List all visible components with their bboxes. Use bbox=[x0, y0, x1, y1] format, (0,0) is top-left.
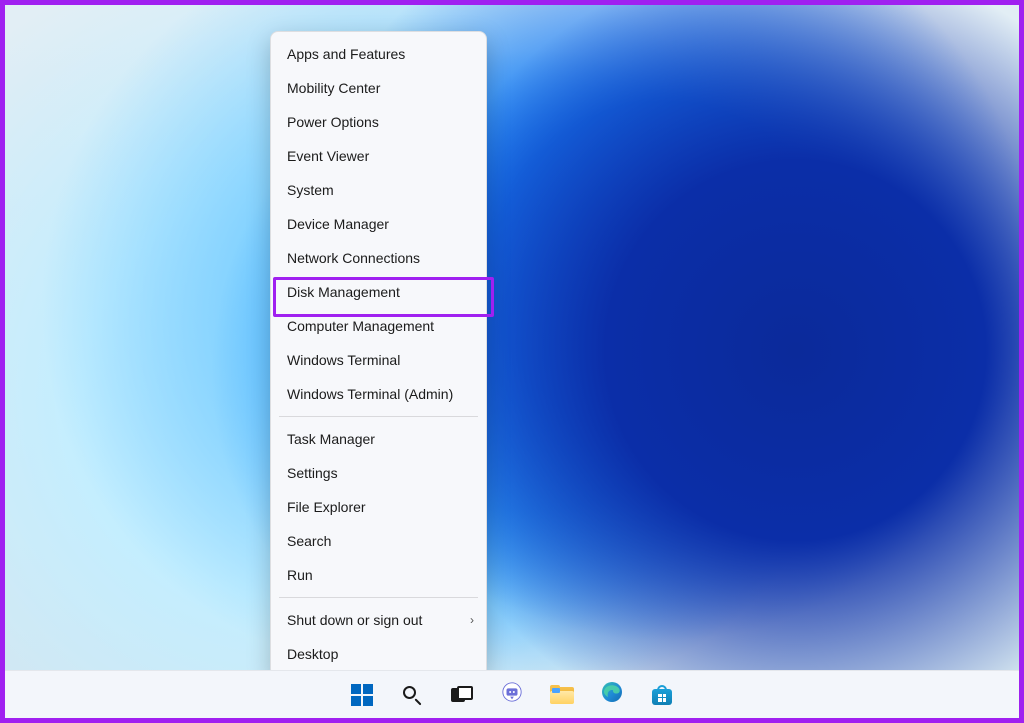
winx-item-label: Apps and Features bbox=[287, 46, 405, 62]
search-icon bbox=[402, 685, 422, 705]
task-view-icon bbox=[451, 686, 473, 704]
winx-item-network-connections[interactable]: Network Connections bbox=[271, 241, 486, 275]
winx-item-label: Settings bbox=[287, 465, 338, 481]
winx-item-windows-terminal-admin[interactable]: Windows Terminal (Admin) bbox=[271, 377, 486, 411]
winx-item-computer-management[interactable]: Computer Management bbox=[271, 309, 486, 343]
winx-item-search[interactable]: Search bbox=[271, 524, 486, 558]
chat-icon bbox=[501, 681, 523, 708]
chevron-right-icon: › bbox=[470, 611, 474, 629]
winx-item-apps-and-features[interactable]: Apps and Features bbox=[271, 37, 486, 71]
winx-item-label: Disk Management bbox=[287, 284, 400, 300]
winx-item-task-manager[interactable]: Task Manager bbox=[271, 422, 486, 456]
winx-item-label: Shut down or sign out bbox=[287, 612, 422, 628]
winx-item-power-options[interactable]: Power Options bbox=[271, 105, 486, 139]
winx-item-run[interactable]: Run bbox=[271, 558, 486, 592]
winx-item-shut-down-or-sign-out[interactable]: Shut down or sign out › bbox=[271, 603, 486, 637]
winx-item-event-viewer[interactable]: Event Viewer bbox=[271, 139, 486, 173]
windows-logo-icon bbox=[351, 684, 373, 706]
winx-item-label: Windows Terminal bbox=[287, 352, 400, 368]
winx-item-label: Search bbox=[287, 533, 331, 549]
winx-item-device-manager[interactable]: Device Manager bbox=[271, 207, 486, 241]
microsoft-store-button[interactable] bbox=[646, 679, 678, 711]
winx-item-label: Power Options bbox=[287, 114, 379, 130]
edge-button[interactable] bbox=[596, 679, 628, 711]
winx-item-settings[interactable]: Settings bbox=[271, 456, 486, 490]
winx-item-label: Windows Terminal (Admin) bbox=[287, 386, 453, 402]
winx-context-menu: Apps and Features Mobility Center Power Op… bbox=[270, 31, 487, 677]
winx-item-label: System bbox=[287, 182, 334, 198]
desktop-wallpaper bbox=[5, 5, 1019, 670]
winx-item-windows-terminal[interactable]: Windows Terminal bbox=[271, 343, 486, 377]
file-explorer-icon bbox=[550, 685, 574, 705]
winx-item-label: Desktop bbox=[287, 646, 338, 662]
menu-separator bbox=[279, 416, 478, 417]
desktop-screenshot: Apps and Features Mobility Center Power Op… bbox=[0, 0, 1024, 723]
chat-button[interactable] bbox=[496, 679, 528, 711]
file-explorer-button[interactable] bbox=[546, 679, 578, 711]
winx-item-desktop[interactable]: Desktop bbox=[271, 637, 486, 671]
store-icon bbox=[651, 684, 673, 706]
winx-item-label: Network Connections bbox=[287, 250, 420, 266]
winx-item-disk-management[interactable]: Disk Management bbox=[271, 275, 486, 309]
menu-separator bbox=[279, 597, 478, 598]
taskbar-search-button[interactable] bbox=[396, 679, 428, 711]
winx-item-system[interactable]: System bbox=[271, 173, 486, 207]
winx-item-label: File Explorer bbox=[287, 499, 366, 515]
winx-item-mobility-center[interactable]: Mobility Center bbox=[271, 71, 486, 105]
task-view-button[interactable] bbox=[446, 679, 478, 711]
taskbar bbox=[5, 670, 1019, 718]
winx-item-label: Task Manager bbox=[287, 431, 375, 447]
winx-item-label: Device Manager bbox=[287, 216, 389, 232]
start-button[interactable] bbox=[346, 679, 378, 711]
winx-item-label: Computer Management bbox=[287, 318, 434, 334]
winx-item-label: Event Viewer bbox=[287, 148, 369, 164]
winx-item-label: Mobility Center bbox=[287, 80, 380, 96]
winx-item-file-explorer[interactable]: File Explorer bbox=[271, 490, 486, 524]
winx-item-label: Run bbox=[287, 567, 313, 583]
edge-icon bbox=[600, 680, 624, 709]
